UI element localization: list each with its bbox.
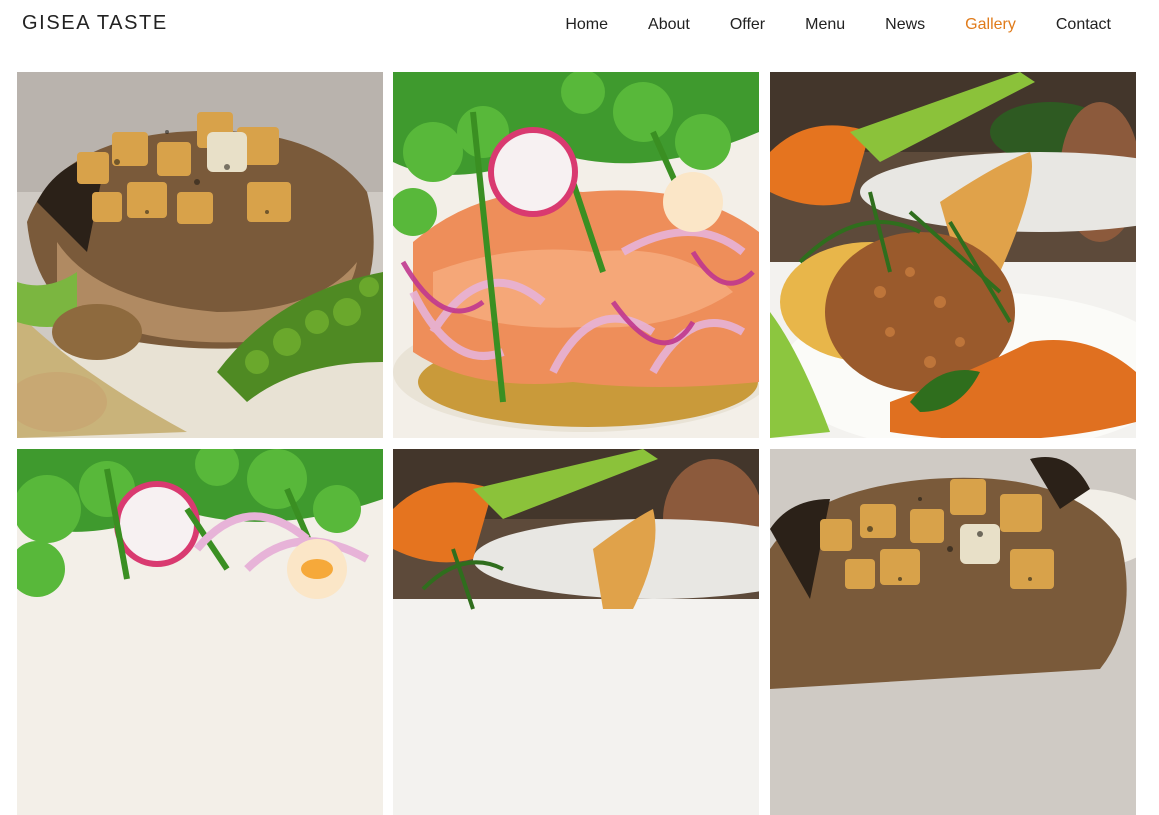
nav-offer[interactable]: Offer bbox=[730, 15, 765, 35]
gallery-photo-pork-steak[interactable] bbox=[17, 72, 383, 438]
salmon-salad-image bbox=[17, 449, 383, 815]
nav-contact[interactable]: Contact bbox=[1056, 15, 1111, 35]
nav-home[interactable]: Home bbox=[565, 15, 608, 35]
gallery-photo-salmon-salad-2[interactable] bbox=[17, 449, 383, 815]
nav-news[interactable]: News bbox=[885, 15, 925, 35]
nav-about[interactable]: About bbox=[648, 15, 690, 35]
site-header: GISEA TASTE Home About Offer Menu News G… bbox=[0, 0, 1159, 50]
croquette-image bbox=[393, 449, 759, 815]
gallery-photo-salmon-salad[interactable] bbox=[393, 72, 759, 438]
nav-menu[interactable]: Menu bbox=[805, 15, 845, 35]
gallery-photo-croquette[interactable] bbox=[770, 72, 1136, 438]
gallery-photo-croquette-2[interactable] bbox=[393, 449, 759, 815]
pork-steak-image bbox=[17, 72, 383, 438]
site-logo[interactable]: GISEA TASTE bbox=[22, 12, 168, 35]
gallery-photo-pork-steak-2[interactable] bbox=[770, 449, 1136, 815]
pork-steak-image bbox=[770, 449, 1136, 815]
salmon-salad-image bbox=[393, 72, 759, 438]
croquette-image bbox=[770, 72, 1136, 438]
nav-gallery[interactable]: Gallery bbox=[965, 15, 1016, 35]
main-nav: Home About Offer Menu News Gallery Conta… bbox=[525, 15, 1111, 35]
